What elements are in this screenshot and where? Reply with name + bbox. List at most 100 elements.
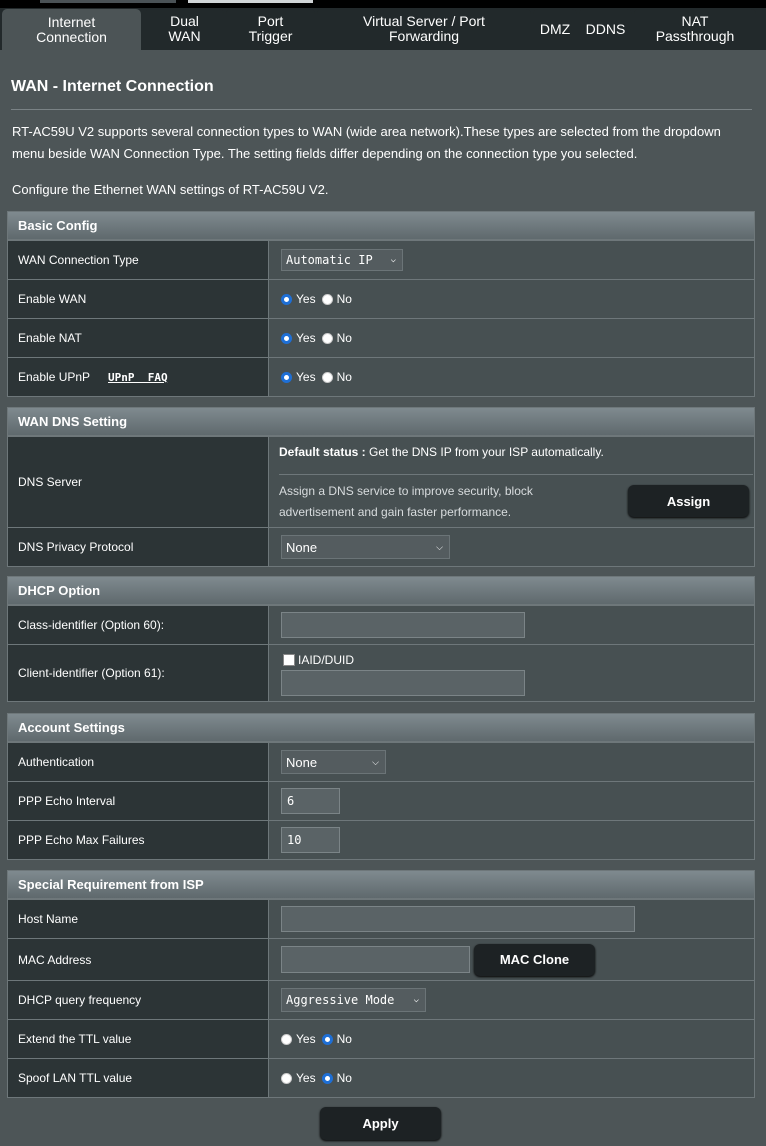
spoof-ttl-yes-radio[interactable]: Yes [281,1071,316,1085]
row-host-name: Host Name [8,899,754,938]
radio-label: No [336,331,352,345]
field-label: Enable NAT [8,319,269,357]
row-mac-address: MAC Address MAC Clone [8,938,754,980]
tab-internet-connection[interactable]: Internet Connection [2,9,141,50]
class-identifier-input[interactable] [281,612,525,638]
radio-selected-icon [321,1033,333,1045]
chevron-down-icon: ⌵ [436,541,443,552]
upnp-faq-link[interactable]: UPnP FAQ [108,371,168,384]
tab-dual-wan[interactable]: Dual WAN [145,9,224,49]
field-value: Yes No [269,1020,754,1058]
field-value: None ⌵ [269,528,754,566]
radio-label: Yes [296,370,316,384]
dhcp-query-frequency-select[interactable]: Aggressive Mode ⌵ [281,988,426,1012]
enable-wan-yes-radio[interactable]: Yes [281,292,316,306]
section-header: Basic Config [8,212,754,240]
enable-upnp-no-radio[interactable]: No [321,370,352,384]
enable-upnp-yes-radio[interactable]: Yes [281,370,316,384]
radio-selected-icon [321,1072,333,1084]
field-label: WAN Connection Type [8,241,269,279]
page-description: RT-AC59U V2 supports several connection … [12,124,721,161]
row-client-identifier: Client-identifier (Option 61): IAID/DUID [8,644,754,701]
field-value: 6 [269,782,754,820]
section-basic-config: Basic Config WAN Connection Type Automat… [7,211,755,397]
checkbox-label: IAID/DUID [298,653,355,667]
radio-label: No [336,370,352,384]
field-value [269,900,754,938]
row-spoof-lan-ttl: Spoof LAN TTL value Yes No [8,1058,754,1097]
radio-unselected-icon [321,332,333,344]
tab-virtual-server[interactable]: Virtual Server / Port Forwarding [317,9,531,49]
radio-label: Yes [296,331,316,345]
row-ppp-echo-interval: PPP Echo Interval 6 [8,781,754,820]
field-label: Enable UPnP UPnP FAQ [8,358,269,396]
radio-unselected-icon [321,371,333,383]
enable-nat-no-radio[interactable]: No [321,331,352,345]
apply-button[interactable]: Apply [320,1107,441,1140]
field-value: Automatic IP ⌵ [269,241,754,279]
ppp-echo-interval-input[interactable]: 6 [281,788,340,814]
top-strip [0,0,766,8]
section-dhcp-option: DHCP Option Class-identifier (Option 60)… [7,576,755,702]
default-status-label: Default status : [279,445,366,459]
tab-nat-passthrough[interactable]: NAT Passthrough [634,9,756,49]
spoof-ttl-no-radio[interactable]: No [321,1071,352,1085]
section-header: DHCP Option [8,577,754,605]
section-isp-requirement: Special Requirement from ISP Host Name M… [7,870,755,1098]
assign-description: Assign a DNS service to improve security… [279,484,533,519]
radio-selected-icon [281,332,292,344]
enable-nat-yes-radio[interactable]: Yes [281,331,316,345]
row-wan-connection-type: WAN Connection Type Automatic IP ⌵ [8,240,754,279]
row-dns-server: DNS Server Default status : Get the DNS … [8,436,754,527]
row-dns-privacy: DNS Privacy Protocol None ⌵ [8,527,754,566]
section-account-settings: Account Settings Authentication None ⌵ PP… [7,713,755,860]
row-authentication: Authentication None ⌵ [8,742,754,781]
client-identifier-input[interactable] [281,670,525,696]
field-label: Class-identifier (Option 60): [8,606,269,644]
mac-clone-button[interactable]: MAC Clone [474,943,595,976]
section-header: WAN DNS Setting [8,408,754,436]
enable-wan-no-radio[interactable]: No [321,292,352,306]
field-label: DNS Server [8,437,269,527]
extend-ttl-yes-radio[interactable]: Yes [281,1032,316,1046]
radio-selected-icon [281,293,292,305]
radio-label: Yes [296,292,316,306]
authentication-select[interactable]: None ⌵ [281,750,386,774]
ppp-echo-max-failures-input[interactable]: 10 [281,827,340,853]
field-value: None ⌵ [269,743,754,781]
host-name-input[interactable] [281,906,635,932]
field-label: Spoof LAN TTL value [8,1059,269,1097]
field-label: DHCP query frequency [8,981,269,1019]
field-label: Authentication [8,743,269,781]
field-label: Host Name [8,900,269,938]
field-label: MAC Address [8,939,269,980]
radio-label: No [336,1071,352,1085]
iaid-duid-checkbox[interactable]: IAID/DUID [283,653,354,667]
section-header: Special Requirement from ISP [8,871,754,899]
field-value: Yes No [269,280,754,318]
wan-connection-type-select[interactable]: Automatic IP ⌵ [281,249,403,271]
dns-default-status: Default status : Get the DNS IP from you… [279,445,604,459]
extend-ttl-no-radio[interactable]: No [321,1032,352,1046]
radio-unselected-icon [321,293,333,305]
assign-button[interactable]: Assign [628,485,749,517]
tab-port-trigger[interactable]: Port Trigger [226,9,315,49]
row-enable-wan: Enable WAN Yes No [8,279,754,318]
mac-address-input[interactable] [281,946,470,973]
row-class-identifier: Class-identifier (Option 60): [8,605,754,644]
top-strip-segment [188,0,313,3]
field-label: Extend the TTL value [8,1020,269,1058]
dns-privacy-select[interactable]: None ⌵ [281,535,450,559]
top-strip-segment [40,0,176,3]
tab-ddns[interactable]: DDNS [579,9,632,49]
field-label: Enable WAN [8,280,269,318]
field-label: Client-identifier (Option 61): [8,645,269,701]
radio-label: No [336,292,352,306]
tab-dmz[interactable]: DMZ [533,9,577,49]
select-value: None [286,754,318,770]
select-value: Aggressive Mode [286,993,395,1007]
field-label: PPP Echo Interval [8,782,269,820]
row-ppp-echo-max-failures: PPP Echo Max Failures 10 [8,820,754,859]
divider [279,474,753,475]
page-description-ethernet: Configure the Ethernet WAN settings of R… [12,182,329,197]
